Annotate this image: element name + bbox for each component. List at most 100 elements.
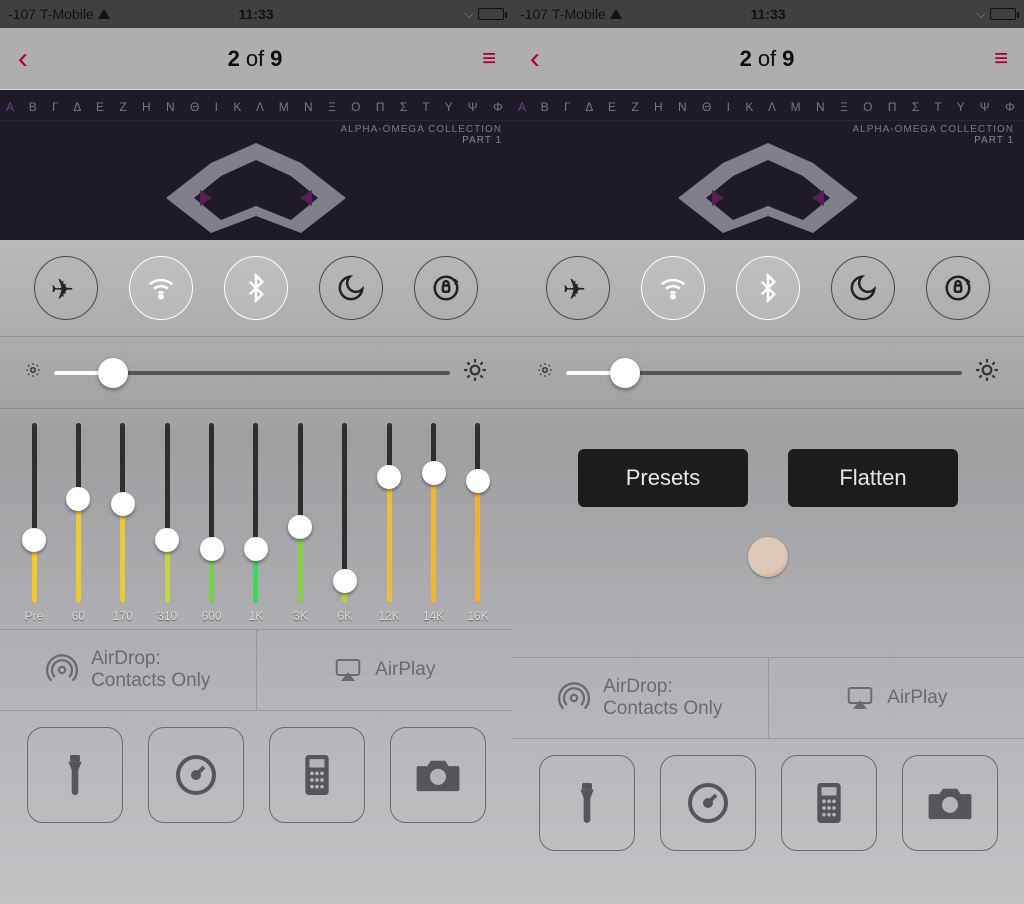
- equalizer: Pre 60 170 310 600 1K 3K 6K 12K 14K 16K: [0, 409, 512, 630]
- eq-band-label: 310: [157, 609, 177, 623]
- eq-band-310[interactable]: 310: [145, 423, 189, 623]
- calculator-icon: [809, 779, 849, 827]
- control-center: Presets Flatten AirDrop: Contacts Only A…: [512, 240, 1024, 904]
- eq-band-label: 12K: [378, 609, 399, 623]
- airplay-label: AirPlay: [375, 659, 435, 681]
- airdrop-button[interactable]: AirDrop: Contacts Only: [512, 658, 769, 738]
- flashlight-icon: [567, 779, 607, 827]
- back-button[interactable]: ‹: [18, 42, 28, 76]
- brightness-row: [0, 337, 512, 409]
- wifi-icon: [610, 6, 622, 22]
- phone-left: -107 T-Mobile 11:33 ⌵ ‹ 2 of 9 ≡ Α Α Β Γ…: [0, 0, 512, 904]
- flatten-button[interactable]: Flatten: [788, 449, 958, 507]
- airplane-mode-toggle[interactable]: [546, 256, 610, 320]
- timer-button[interactable]: [660, 755, 756, 851]
- nav-bar: ‹ 2 of 9 ≡: [0, 28, 512, 90]
- bluetooth-icon: ⌵: [976, 6, 986, 22]
- eq-band-12K[interactable]: 12K: [367, 423, 411, 623]
- face-icon: [748, 537, 788, 577]
- do-not-disturb-toggle[interactable]: [319, 256, 383, 320]
- back-button[interactable]: ‹: [530, 42, 540, 76]
- toggle-row: [0, 240, 512, 337]
- carrier-label: T-Mobile: [40, 6, 94, 22]
- list-button[interactable]: ≡: [994, 45, 1006, 73]
- page-of-word: of: [246, 46, 264, 72]
- airplane-mode-toggle[interactable]: [34, 256, 98, 320]
- camera-icon: [925, 783, 975, 823]
- brightness-low-icon: [536, 361, 554, 384]
- airdrop-title: AirDrop:: [603, 676, 722, 698]
- eq-band-label: 60: [72, 609, 85, 623]
- eq-band-label: 6K: [337, 609, 352, 623]
- clock: 11:33: [238, 6, 273, 22]
- flashlight-button[interactable]: [27, 727, 123, 823]
- do-not-disturb-toggle[interactable]: [831, 256, 895, 320]
- brightness-low-icon: [24, 361, 42, 384]
- brightness-high-icon: [462, 357, 488, 388]
- eq-buttons-panel: Presets Flatten: [512, 409, 1024, 658]
- wifi-toggle[interactable]: [641, 256, 705, 320]
- brightness-slider[interactable]: [566, 371, 962, 375]
- status-bar: -107 T-Mobile 11:33 ⌵: [0, 0, 512, 28]
- wifi-toggle[interactable]: [129, 256, 193, 320]
- carrier-label: T-Mobile: [552, 6, 606, 22]
- eq-band-label: 170: [113, 609, 133, 623]
- page-counter: 2 of 9: [740, 46, 795, 72]
- eq-band-Pre[interactable]: Pre: [12, 423, 56, 623]
- control-center: Pre 60 170 310 600 1K 3K 6K 12K 14K 16K AirDrop: C…: [0, 240, 512, 904]
- eq-band-14K[interactable]: 14K: [412, 423, 456, 623]
- rotation-lock-toggle[interactable]: [414, 256, 478, 320]
- list-button[interactable]: ≡: [482, 45, 494, 73]
- eq-band-1K[interactable]: 1K: [234, 423, 278, 623]
- eq-band-label: 14K: [423, 609, 444, 623]
- rotation-lock-toggle[interactable]: [926, 256, 990, 320]
- album-art: Α Β Γ Δ Ε Ζ Η Ν Θ Ι Κ Λ Μ Ν Ξ Ο Π Σ Τ Υ …: [512, 90, 1024, 240]
- bluetooth-toggle[interactable]: [224, 256, 288, 320]
- flashlight-button[interactable]: [539, 755, 635, 851]
- bluetooth-icon: ⌵: [464, 6, 474, 22]
- album-graphic: [96, 138, 416, 240]
- airdrop-mode: Contacts Only: [603, 698, 722, 720]
- eq-band-170[interactable]: 170: [101, 423, 145, 623]
- page-index: 2: [228, 46, 240, 72]
- brightness-slider[interactable]: [54, 371, 450, 375]
- presets-button[interactable]: Presets: [578, 449, 748, 507]
- airplay-icon: [845, 683, 875, 713]
- camera-button[interactable]: [902, 755, 998, 851]
- airplay-icon: [333, 655, 363, 685]
- airdrop-button[interactable]: AirDrop: Contacts Only: [0, 630, 257, 710]
- eq-band-60[interactable]: 60: [56, 423, 100, 623]
- airplay-label: AirPlay: [887, 687, 947, 709]
- quick-actions: [0, 711, 512, 839]
- flashlight-icon: [55, 751, 95, 799]
- calculator-button[interactable]: [269, 727, 365, 823]
- airdrop-title: AirDrop:: [91, 648, 210, 670]
- airdrop-icon: [557, 681, 591, 715]
- eq-band-label: 3K: [293, 609, 308, 623]
- air-row: AirDrop: Contacts Only AirPlay: [512, 658, 1024, 739]
- eq-band-6K[interactable]: 6K: [323, 423, 367, 623]
- airplay-button[interactable]: AirPlay: [769, 658, 1024, 738]
- calculator-icon: [297, 751, 337, 799]
- eq-band-3K[interactable]: 3K: [278, 423, 322, 623]
- camera-button[interactable]: [390, 727, 486, 823]
- eq-band-16K[interactable]: 16K: [456, 423, 500, 623]
- signal-strength: -107: [8, 6, 36, 22]
- brightness-high-icon: [974, 357, 1000, 388]
- collection-title: ALPHA-OMEGA COLLECTION: [853, 124, 1014, 135]
- timer-button[interactable]: [148, 727, 244, 823]
- brightness-row: [512, 337, 1024, 409]
- page-counter: 2 of 9: [228, 46, 283, 72]
- calculator-button[interactable]: [781, 755, 877, 851]
- timer-icon: [684, 779, 732, 827]
- wifi-icon: [98, 6, 110, 22]
- airplay-button[interactable]: AirPlay: [257, 630, 513, 710]
- status-bar: -107 T-Mobile 11:33 ⌵: [512, 0, 1024, 28]
- eq-band-label: 600: [202, 609, 222, 623]
- air-row: AirDrop: Contacts Only AirPlay: [0, 630, 512, 711]
- bluetooth-toggle[interactable]: [736, 256, 800, 320]
- eq-band-600[interactable]: 600: [190, 423, 234, 623]
- page-of-word: of: [758, 46, 776, 72]
- timer-icon: [172, 751, 220, 799]
- toggle-row: [512, 240, 1024, 337]
